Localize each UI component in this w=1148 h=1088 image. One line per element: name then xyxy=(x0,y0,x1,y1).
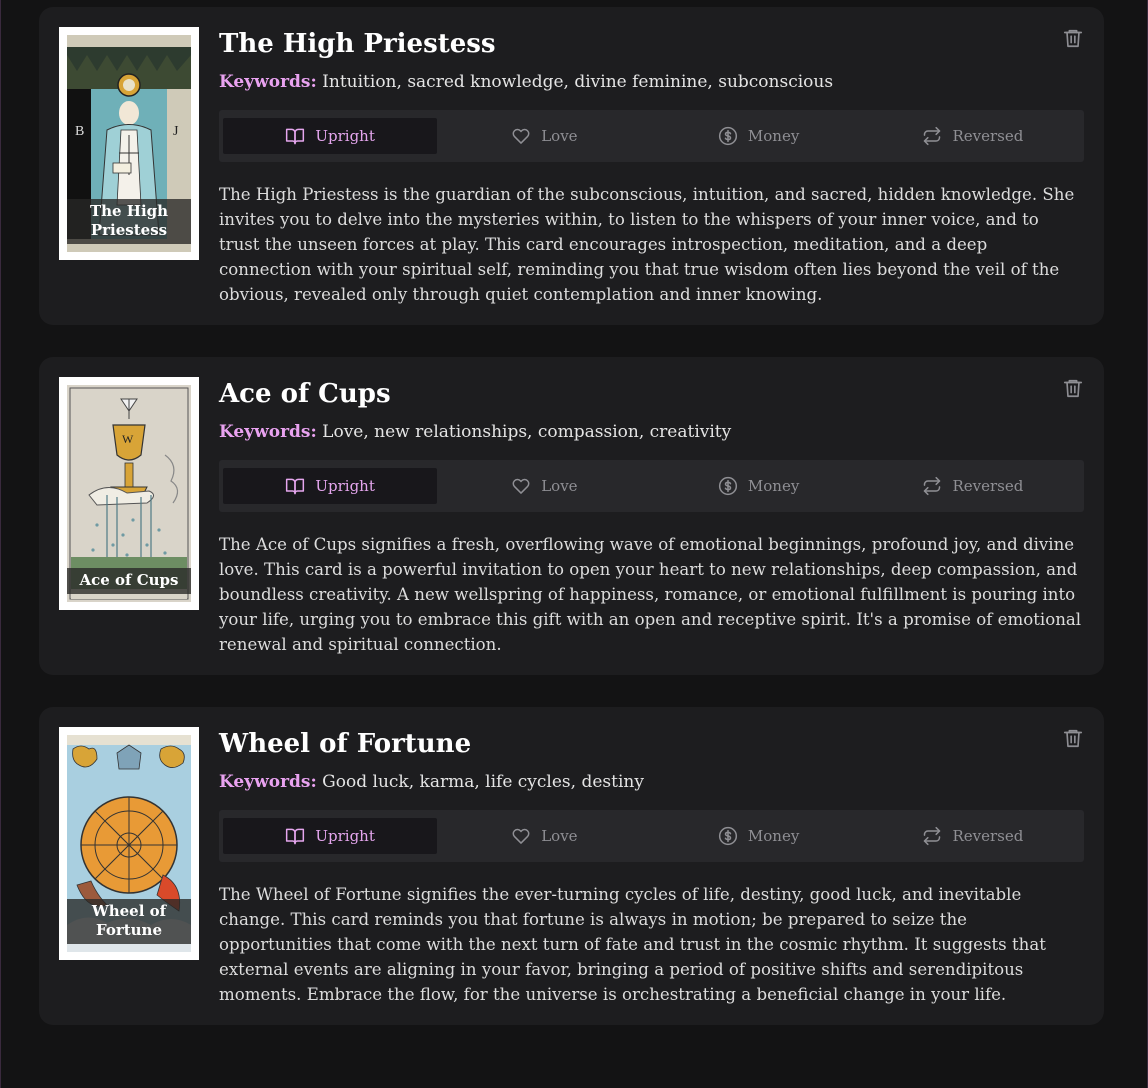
tab-reversed[interactable]: Reversed xyxy=(866,468,1080,504)
tab-love[interactable]: Love xyxy=(437,468,651,504)
card-title: Wheel of Fortune xyxy=(219,729,472,759)
tab-love[interactable]: Love xyxy=(437,118,651,154)
tab-label: Upright xyxy=(315,477,375,495)
tab-money[interactable]: Money xyxy=(652,818,866,854)
tab-upright[interactable]: Upright xyxy=(223,468,438,504)
svg-text:J: J xyxy=(173,124,179,139)
heart-icon xyxy=(512,828,530,844)
book-open-icon xyxy=(286,828,305,845)
dollar-circle-icon xyxy=(718,126,738,146)
meaning-tabs: Upright Love Money Reversed xyxy=(219,110,1084,162)
card-ace-of-cups: W Ace of Cups Ace of Cups Keywords: Love… xyxy=(39,357,1104,675)
card-image-label: Ace of Cups xyxy=(67,568,191,594)
card-description: The Ace of Cups signifies a fresh, overf… xyxy=(219,535,1082,654)
card-wheel-of-fortune: Wheel of Fortune Wheel of Fortune Keywor… xyxy=(39,707,1104,1025)
keywords-label: Keywords: xyxy=(219,422,317,442)
tab-reversed[interactable]: Reversed xyxy=(866,818,1080,854)
card-content: Ace of Cups Keywords: Love, new relation… xyxy=(219,377,1084,657)
meaning-tabs: Upright Love Money Reversed xyxy=(219,810,1084,862)
tab-label: Reversed xyxy=(952,127,1024,145)
card-image: W Ace of Cups xyxy=(59,377,199,610)
keywords-label: Keywords: xyxy=(219,772,317,792)
heart-icon xyxy=(512,478,530,494)
svg-text:W: W xyxy=(122,432,134,446)
keywords-label: Keywords: xyxy=(219,72,317,92)
card-title: Ace of Cups xyxy=(219,379,391,409)
card-content: The High Priestess Keywords: Intuition, … xyxy=(219,27,1084,307)
meaning-tabs: Upright Love Money Reversed xyxy=(219,460,1084,512)
repeat-icon xyxy=(924,126,941,146)
card-content: Wheel of Fortune Keywords: Good luck, ka… xyxy=(219,727,1084,1007)
tab-label: Money xyxy=(747,477,800,495)
tab-label: Love xyxy=(541,827,578,845)
keywords-value: Intuition, sacred knowledge, divine femi… xyxy=(322,72,834,92)
card-description: The Wheel of Fortune signifies the ever-… xyxy=(219,885,1046,1004)
keywords-value: Good luck, karma, life cycles, destiny xyxy=(322,772,644,792)
tab-upright[interactable]: Upright xyxy=(223,818,438,854)
tab-label: Love xyxy=(541,477,578,495)
tab-reversed[interactable]: Reversed xyxy=(866,118,1080,154)
repeat-icon xyxy=(924,826,941,846)
keywords-value: Love, new relationships, compassion, cre… xyxy=(322,422,732,442)
tab-label: Money xyxy=(747,827,800,845)
card-image-label: The High Priestess xyxy=(67,199,191,244)
card-high-priestess: B J The High Priestess The High Priestes… xyxy=(39,7,1104,325)
tab-upright[interactable]: Upright xyxy=(223,118,438,154)
heart-icon xyxy=(512,128,530,144)
tab-label: Money xyxy=(747,127,800,145)
tab-label: Reversed xyxy=(952,827,1024,845)
book-open-icon xyxy=(286,478,305,495)
card-image-label: Wheel of Fortune xyxy=(67,899,191,944)
dollar-circle-icon xyxy=(718,826,738,846)
card-description: The High Priestess is the guardian of th… xyxy=(219,185,1075,304)
book-open-icon xyxy=(286,128,305,145)
dollar-circle-icon xyxy=(718,476,738,496)
keywords-line: Keywords: Intuition, sacred knowledge, d… xyxy=(219,71,1084,93)
keywords-line: Keywords: Love, new relationships, compa… xyxy=(219,421,1084,443)
repeat-icon xyxy=(924,476,941,496)
tab-love[interactable]: Love xyxy=(437,818,651,854)
tab-money[interactable]: Money xyxy=(652,118,866,154)
keywords-line: Keywords: Good luck, karma, life cycles,… xyxy=(219,771,1084,793)
card-image: B J The High Priestess xyxy=(59,27,199,260)
tab-money[interactable]: Money xyxy=(652,468,866,504)
tab-label: Love xyxy=(541,127,578,145)
tab-label: Upright xyxy=(315,127,375,145)
tab-label: Reversed xyxy=(952,477,1024,495)
tab-label: Upright xyxy=(315,827,375,845)
card-image: Wheel of Fortune xyxy=(59,727,199,960)
svg-text:B: B xyxy=(75,124,84,139)
card-title: The High Priestess xyxy=(219,29,496,59)
